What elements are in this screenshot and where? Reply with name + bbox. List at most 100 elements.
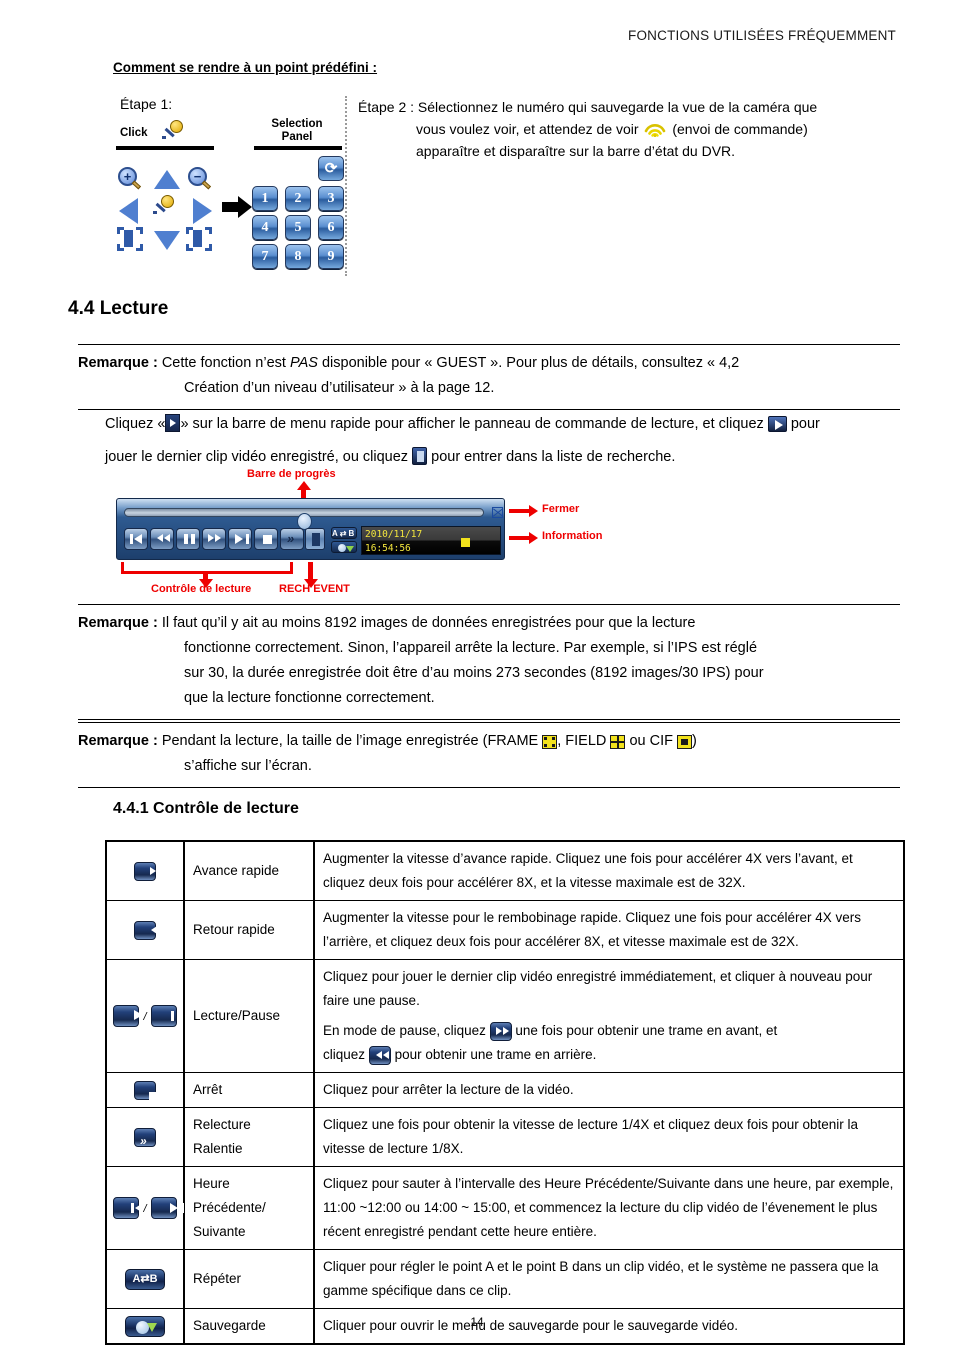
field-size-icon xyxy=(610,735,626,749)
row-desc-cell: Cliquez une fois pour obtenir la vitesse… xyxy=(313,1107,905,1167)
focus-far-icon: − xyxy=(186,227,212,251)
event-search-button[interactable] xyxy=(305,528,325,550)
cif-size-icon xyxy=(677,735,692,749)
numpad-key-3[interactable]: 3 xyxy=(318,186,344,211)
preset-diagram: Click Selection Panel + − + − ⟳ 1 2 3 4 … xyxy=(116,118,344,270)
remark3-rule-bottom xyxy=(78,787,900,788)
row-icon-cell: A⇄B xyxy=(105,1249,185,1309)
row-name-line1: Relecture xyxy=(193,1117,251,1132)
numpad-key-1[interactable]: 1 xyxy=(252,186,278,211)
step2-line3: apparaître et disparaître sur la barre d… xyxy=(416,143,736,159)
callout-close-label: Fermer xyxy=(542,503,580,515)
numpad-key-6[interactable]: 6 xyxy=(318,215,344,240)
click-label: Click xyxy=(120,127,148,139)
remark3-label: Remarque : xyxy=(78,733,158,749)
selection-panel-label: Selection Panel xyxy=(271,118,323,143)
down-arrow-icon xyxy=(152,227,182,254)
desc-p2-d: pour obtenir une trame en arrière. xyxy=(394,1047,597,1062)
callout-playback-label: Contrôle de lecture xyxy=(151,583,252,595)
remark-block-3: Remarque : Pendant la lecture, la taille… xyxy=(78,722,900,788)
remark1-line1-b: disponible pour « GUEST ». Pour plus de … xyxy=(317,355,740,371)
para-d: jouer le dernier clip vidéo enregistré, … xyxy=(105,449,409,465)
backup-button[interactable] xyxy=(331,541,357,553)
step2-line2-tail: (envoi de commande) xyxy=(672,121,808,137)
numpad-key-8[interactable]: 8 xyxy=(285,244,311,269)
next-hour-icon xyxy=(150,1196,184,1219)
repeat-ab-icon: A⇄B xyxy=(125,1268,165,1290)
progress-bar-track[interactable] xyxy=(124,508,484,530)
numpad-key-2[interactable]: 2 xyxy=(285,186,311,211)
row-desc-cell: Augmenter la vitesse pour le rembobinage… xyxy=(313,900,905,960)
table-row: » Relecture Ralentie Cliquez une fois po… xyxy=(105,1107,905,1167)
row-desc-cell: Cliquer pour régler le point A et le poi… xyxy=(313,1249,905,1309)
playback-control-table: Avance rapide Augmenter la vitesse d’ava… xyxy=(105,840,905,1345)
play-icon xyxy=(113,1004,144,1027)
rewind-button[interactable] xyxy=(150,528,174,550)
row-name-line3: Suivante xyxy=(193,1224,246,1239)
remark3-line2: s’affiche sur l’écran. xyxy=(184,758,312,774)
section-heading-441: 4.4.1 Contrôle de lecture xyxy=(113,800,299,817)
info-time: 16:54:56 xyxy=(365,543,411,554)
row-icon-cell: / xyxy=(105,1166,185,1250)
step1-label: Étape 1: xyxy=(120,96,173,112)
prev-hour-button[interactable] xyxy=(124,528,148,550)
close-icon[interactable] xyxy=(492,507,503,518)
left-arrow-icon xyxy=(116,197,146,224)
row-icon-cell xyxy=(105,1072,185,1108)
numpad-key-4[interactable]: 4 xyxy=(252,215,278,240)
playback-menu-icon xyxy=(165,414,181,432)
section-heading-44: 4.4 Lecture xyxy=(68,298,169,319)
callout-info-head xyxy=(529,532,538,544)
information-display: 2010/11/17 16:54:56 xyxy=(361,526,501,555)
table-row: / Lecture/Pause Cliquez pour jouer le de… xyxy=(105,959,905,1073)
remark3-body: Remarque : Pendant la lecture, la taille… xyxy=(78,723,900,787)
row-desc-para1: Cliquez pour jouer le dernier clip vidéo… xyxy=(323,969,873,1008)
row-name-cell: Heure Précédente/ Suivante xyxy=(183,1166,315,1250)
table-row: A⇄B Répéter Cliquer pour régler le point… xyxy=(105,1249,905,1309)
callout-progress-head xyxy=(297,481,311,490)
callout-playback-bracket-right xyxy=(290,562,293,574)
step2-line2: vous voulez voir, et attendez de voir (e… xyxy=(358,118,903,140)
remark2-body: Remarque : Il faut qu’il y ait au moins … xyxy=(78,605,900,719)
up-arrow-icon xyxy=(152,166,182,193)
fast-forward-button[interactable] xyxy=(202,528,226,550)
slow-playback-button[interactable]: » xyxy=(280,528,304,550)
remark3-line1-c: ou CIF xyxy=(629,733,673,749)
row-name-line2: Précédente/ xyxy=(193,1200,266,1215)
remark2-rule-bottom xyxy=(78,719,900,720)
pause-button[interactable] xyxy=(176,528,200,550)
row-desc-cell: Cliquez pour arrêter la lecture de la vi… xyxy=(313,1072,905,1108)
stop-button[interactable] xyxy=(254,528,278,550)
document-page: FONCTIONS UTILISÉES FRÉQUEMMENT Comment … xyxy=(0,0,954,1351)
remark3-line1-a: Pendant la lecture, la taille de l’image… xyxy=(161,733,539,749)
callout-progress-bar: Barre de progrès xyxy=(247,468,336,480)
playback-control-panel[interactable]: » A⇄B 2010/11/17 16:54:56 xyxy=(116,498,505,560)
running-head: FONCTIONS UTILISÉES FRÉQUEMMENT xyxy=(628,28,896,43)
zoom-in-icon: + xyxy=(116,166,146,193)
callout-close-stem xyxy=(509,509,531,513)
para-c: pour xyxy=(790,416,820,432)
search-list-icon xyxy=(412,447,428,465)
right-arrow-icon xyxy=(186,197,216,224)
numpad-key-5[interactable]: 5 xyxy=(285,215,311,240)
numpad-key-9[interactable]: 9 xyxy=(318,244,344,269)
remark2-line1: Remarque : Il faut qu’il y ait au moins … xyxy=(78,611,900,636)
para-a: Cliquez « xyxy=(105,416,166,432)
remark2-line2: fonctionne correctement. Sinon, l’appare… xyxy=(184,640,758,656)
remark1-label: Remarque : xyxy=(78,355,158,371)
focus-near-icon: + xyxy=(117,227,143,251)
next-hour-button[interactable] xyxy=(228,528,252,550)
prev-hour-icon xyxy=(113,1196,144,1219)
row-icon-cell xyxy=(105,840,185,901)
stop-icon xyxy=(134,1080,158,1101)
return-key[interactable]: ⟳ xyxy=(318,156,344,181)
ptz-navigation-pad: + − + − xyxy=(116,166,218,256)
desc-p2-b: une fois pour obtenir une trame en avant… xyxy=(515,1023,778,1038)
remark1-line2: Création d’un niveau d’utilisateur » à l… xyxy=(184,380,495,396)
repeat-ab-button[interactable]: A⇄B xyxy=(331,527,357,539)
remark1-emphasis: PAS xyxy=(289,355,318,371)
para-e: pour entrer dans la liste de recherche. xyxy=(431,449,676,465)
vertical-dotted-separator xyxy=(345,96,347,276)
callout-info-label: Information xyxy=(542,530,603,542)
numpad-key-7[interactable]: 7 xyxy=(252,244,278,269)
